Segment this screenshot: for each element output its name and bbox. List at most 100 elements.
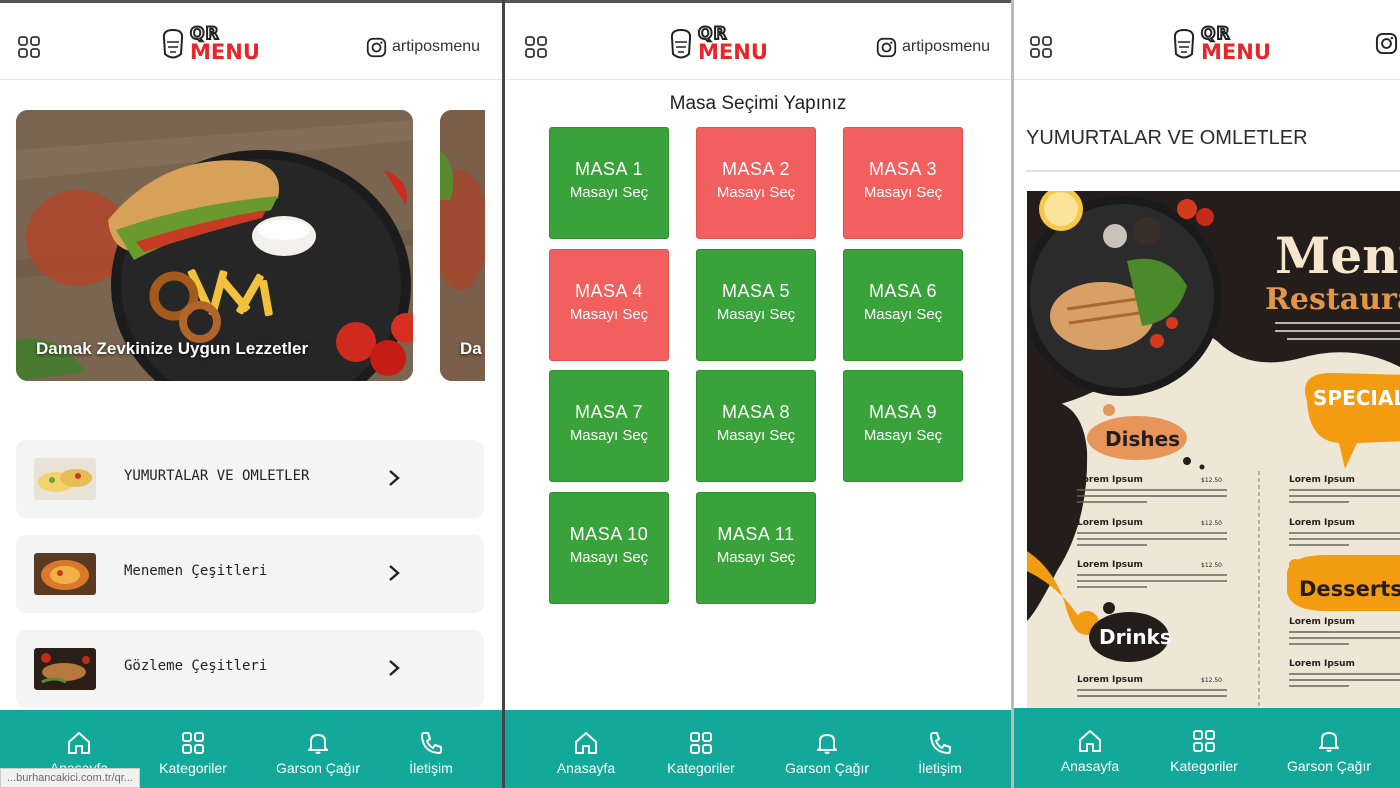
- menu-poster-art: Menu Restaurant SPECIAL MENU Dishes Drin…: [1027, 191, 1400, 708]
- nav-call-waiter-label: Garson Çağır: [1286, 758, 1372, 774]
- category-label: YUMURTALAR VE OMLETLER: [124, 468, 310, 484]
- category-label: Gözleme Çeşitleri: [124, 658, 268, 674]
- table-button[interactable]: MASA 6 Masayı Seç: [843, 249, 963, 361]
- nav-call-waiter[interactable]: Garson Çağır: [1287, 708, 1371, 786]
- table-name: MASA 4: [574, 281, 644, 301]
- nav-categories[interactable]: Kategoriler: [666, 710, 736, 788]
- table-name: MASA 8: [721, 402, 791, 422]
- select-table-label: Masayı Seç: [569, 306, 649, 323]
- poster-item-name: Lorem Ipsum: [1077, 475, 1143, 485]
- grid-menu-icon[interactable]: [17, 35, 41, 59]
- next-slide-peek[interactable]: Da: [440, 110, 485, 381]
- table-button[interactable]: MASA 2 Masayı Seç: [696, 127, 816, 239]
- category-row-omelettes[interactable]: YUMURTALAR VE OMLETLER: [16, 440, 484, 518]
- nav-home-label: Anasayfa: [1060, 758, 1120, 774]
- app-header: QR MENU artiposmenu: [0, 0, 502, 80]
- nav-home-label: Anasayfa: [556, 760, 616, 776]
- table-button[interactable]: MASA 4 Masayı Seç: [549, 249, 669, 361]
- select-table-label: Masayı Seç: [569, 184, 649, 201]
- bottom-nav: Anasayfa Kategoriler Garson Çağır İletiş…: [505, 710, 1011, 788]
- chevron-right-icon: [389, 660, 400, 676]
- instagram-icon: [876, 37, 897, 57]
- nav-contact[interactable]: İletişim: [404, 710, 458, 788]
- qr-menu-logo[interactable]: QR MENU: [1171, 23, 1291, 66]
- nav-categories[interactable]: Kategoriler: [1169, 708, 1239, 786]
- browser-edge: [505, 0, 1011, 3]
- qr-menu-logo[interactable]: QR MENU: [160, 23, 280, 66]
- table-button[interactable]: MASA 10 Masayı Seç: [549, 492, 669, 604]
- instagram-link[interactable]: artiposmenu: [366, 36, 480, 58]
- nav-contact-label: İletişim: [409, 760, 453, 776]
- instagram-icon: [366, 37, 387, 57]
- app-header: QR MENU: [1014, 0, 1400, 80]
- browser-edge: [0, 0, 502, 3]
- table-button[interactable]: MASA 1 Masayı Seç: [549, 127, 669, 239]
- poster-item-name: Lorem Ipsum: [1289, 659, 1355, 669]
- select-table-label: Masayı Seç: [716, 306, 796, 323]
- table-button[interactable]: MASA 7 Masayı Seç: [549, 370, 669, 482]
- nav-contact-label: İletişim: [918, 760, 962, 776]
- bell-icon: [817, 734, 837, 754]
- table-button[interactable]: MASA 9 Masayı Seç: [843, 370, 963, 482]
- category-row-menemen[interactable]: Menemen Çeşitleri: [16, 535, 484, 613]
- poster-item-name: Lorem Ipsum: [1289, 617, 1355, 627]
- table-button[interactable]: MASA 3 Masayı Seç: [843, 127, 963, 239]
- next-slide-caption: Da: [460, 339, 482, 358]
- poster-title-restaurant: Restaurant: [1265, 282, 1400, 317]
- bell-icon: [1319, 732, 1339, 752]
- grid-icon: [690, 732, 712, 754]
- nav-call-waiter[interactable]: Garson Çağır: [276, 710, 360, 788]
- category-heading: YUMURTALAR VE OMLETLER: [1026, 127, 1308, 149]
- table-button[interactable]: MASA 8 Masayı Seç: [696, 370, 816, 482]
- qr-menu-logo[interactable]: QR MENU: [668, 23, 788, 66]
- poster-item-name: Lorem Ipsum: [1077, 675, 1143, 685]
- logo-menu-text: MENU: [190, 40, 260, 64]
- grid-icon: [1193, 730, 1215, 752]
- table-button[interactable]: MASA 5 Masayı Seç: [696, 249, 816, 361]
- omelette-thumb: [34, 458, 96, 500]
- grid-icon: [182, 732, 204, 754]
- poster-item-price: $12.50: [1201, 562, 1222, 569]
- poster-dishes-label: Dishes: [1105, 427, 1180, 451]
- nav-home[interactable]: Anasayfa: [1059, 708, 1121, 786]
- select-table-label: Masayı Seç: [863, 427, 943, 444]
- table-name: MASA 1: [574, 159, 644, 179]
- grid-menu-icon[interactable]: [1029, 35, 1053, 59]
- phone-icon: [930, 732, 951, 754]
- poster-item-name: Lorem Ipsum: [1077, 560, 1143, 570]
- table-name: MASA 10: [569, 524, 649, 544]
- nav-categories-label: Kategoriler: [159, 760, 227, 776]
- browser-status-url: ...burhancakici.com.tr/qr...: [0, 768, 140, 788]
- screenshot-composite: QR MENU artiposmenu Damak Zevkinize Uygu…: [0, 0, 1400, 788]
- nav-contact[interactable]: İletişim: [913, 710, 967, 788]
- app-header: QR MENU artiposmenu: [505, 0, 1011, 80]
- poster-item-name: Lorem Ipsum: [1289, 518, 1355, 528]
- instagram-icon[interactable]: [1375, 32, 1398, 55]
- nav-home[interactable]: Anasayfa: [555, 710, 617, 788]
- select-table-label: Masayı Seç: [716, 427, 796, 444]
- category-row-gozleme[interactable]: Gözleme Çeşitleri: [16, 630, 484, 708]
- instagram-link[interactable]: artiposmenu: [876, 36, 990, 58]
- select-table-label: Masayı Seç: [569, 427, 649, 444]
- nav-categories-label: Kategoriler: [1170, 758, 1238, 774]
- heading-divider: [1026, 170, 1400, 172]
- category-screen: QR MENU YUMURTALAR VE OMLETLER Men Resta…: [1014, 0, 1400, 788]
- table-name: MASA 2: [721, 159, 791, 179]
- grid-menu-icon[interactable]: [524, 35, 548, 59]
- table-select-title: Masa Seçimi Yapınız: [669, 93, 847, 114]
- category-label: Menemen Çeşitleri: [124, 563, 268, 579]
- poster-desserts-label: Desserts: [1299, 577, 1400, 601]
- nav-call-waiter[interactable]: Garson Çağır: [785, 710, 869, 788]
- instagram-handle: artiposmenu: [392, 38, 481, 55]
- slider-card[interactable]: Damak Zevkinize Uygun Lezzetler: [16, 110, 413, 381]
- select-table-label: Masayı Seç: [863, 306, 943, 323]
- poster-title-menu: Menu: [1275, 226, 1400, 285]
- nav-call-waiter-label: Garson Çağır: [275, 760, 361, 776]
- menemen-thumb: [34, 553, 96, 595]
- chevron-right-icon: [389, 470, 400, 486]
- table-button[interactable]: MASA 11 Masayı Seç: [696, 492, 816, 604]
- chef-face-icon: [162, 28, 184, 59]
- menu-poster-image[interactable]: Menu Restaurant SPECIAL MENU Dishes Drin…: [1027, 191, 1400, 708]
- nav-call-waiter-label: Garson Çağır: [784, 760, 870, 776]
- nav-categories[interactable]: Kategoriler: [158, 710, 228, 788]
